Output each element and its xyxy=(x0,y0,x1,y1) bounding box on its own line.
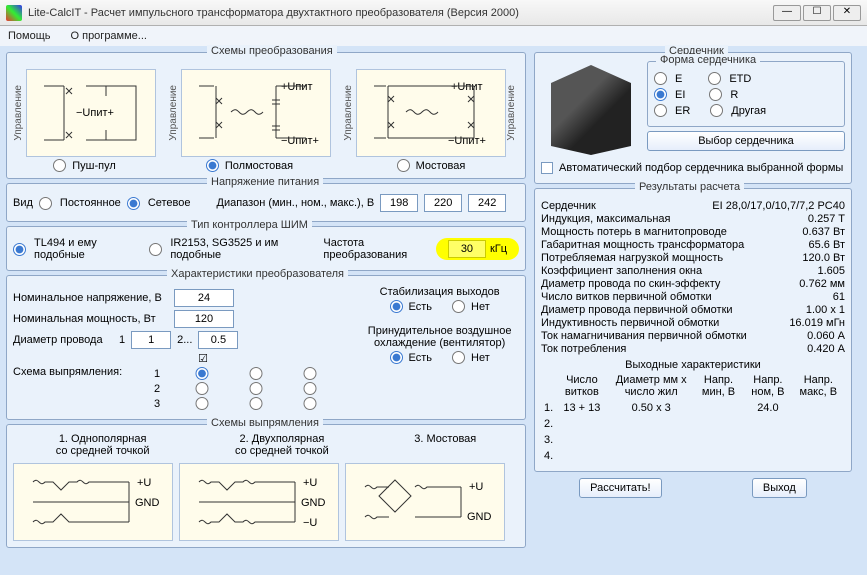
svg-text:GND: GND xyxy=(135,497,160,509)
menu-help[interactable]: Помощь xyxy=(8,30,51,42)
calculate-button[interactable]: Рассчитать! xyxy=(579,478,661,498)
vnom-out-input[interactable] xyxy=(174,289,234,307)
svg-text:+U: +U xyxy=(303,477,317,489)
radio-fan-no[interactable] xyxy=(452,351,465,364)
svg-text:+Uпит: +Uпит xyxy=(281,81,313,93)
scheme-halfbridge-diagram: +Uпит −Uпит+ xyxy=(181,69,331,157)
rect-1-1[interactable] xyxy=(180,367,224,380)
radio-core-er[interactable] xyxy=(654,104,667,117)
rect-1-2[interactable] xyxy=(234,367,278,380)
rect-2-2[interactable] xyxy=(234,382,278,395)
mgmt-label-4: Управление xyxy=(506,85,517,141)
close-button[interactable]: ✕ xyxy=(833,5,861,21)
freq-label: Частота преобразования xyxy=(323,237,430,261)
rect-diagram-2: +U GND −U xyxy=(179,463,339,541)
mgmt-label-2: Управление xyxy=(168,85,179,141)
svg-text:−Uпит+: −Uпит+ xyxy=(76,107,114,119)
svg-text:GND: GND xyxy=(467,511,492,523)
radio-pushpull[interactable] xyxy=(53,159,66,172)
vmin-input[interactable] xyxy=(380,194,418,212)
params-title: Характеристики преобразователя xyxy=(167,268,348,280)
core-image xyxy=(541,65,641,155)
exit-button[interactable]: Выход xyxy=(752,478,807,498)
rect-diagram-3: +U GND xyxy=(345,463,505,541)
results-title: Результаты расчета xyxy=(635,181,744,193)
rect-3-3[interactable] xyxy=(288,397,332,410)
radio-fan-yes[interactable] xyxy=(390,351,403,364)
supply-kind-label: Вид xyxy=(13,197,33,209)
auto-core-checkbox[interactable] xyxy=(541,162,553,174)
minimize-button[interactable]: — xyxy=(773,5,801,21)
pwm-title: Тип контроллера ШИМ xyxy=(187,219,312,231)
d1-input[interactable] xyxy=(131,331,171,349)
radio-core-ei[interactable] xyxy=(654,88,667,101)
rect-diagram-1: +U GND xyxy=(13,463,173,541)
supply-title: Напряжение питания xyxy=(207,176,323,188)
freq-highlight: кГц xyxy=(436,238,519,260)
chk-hdr: ☑ xyxy=(180,352,226,365)
rect-3-2[interactable] xyxy=(234,397,278,410)
radio-core-e[interactable] xyxy=(654,72,667,85)
svg-text:−Uпит+: −Uпит+ xyxy=(281,135,319,147)
radio-tl494[interactable] xyxy=(13,243,26,256)
choose-core-button[interactable]: Выбор сердечника xyxy=(647,131,845,151)
maximize-button[interactable]: ☐ xyxy=(803,5,831,21)
scheme-pushpull-diagram: −Uпит+ xyxy=(26,69,156,157)
rect-2-1[interactable] xyxy=(180,382,224,395)
radio-core-r[interactable] xyxy=(709,88,722,101)
radio-core-other[interactable] xyxy=(710,104,723,117)
scheme-bridge-diagram: +Uпит −Uпит+ xyxy=(356,69,506,157)
mgmt-label-1: Управление xyxy=(13,85,24,141)
mgmt-label-3: Управление xyxy=(343,85,354,141)
window-title: Lite-CalcIT - Расчет импульсного трансфо… xyxy=(28,7,773,19)
vmax-input[interactable] xyxy=(468,194,506,212)
rect-title: Схемы выпрямления xyxy=(207,417,323,429)
freq-input[interactable] xyxy=(448,240,486,258)
radio-mains[interactable] xyxy=(127,197,140,210)
radio-stab-no[interactable] xyxy=(452,300,465,313)
svg-text:−U: −U xyxy=(303,517,317,529)
menu-about[interactable]: О программе... xyxy=(71,30,147,42)
svg-text:−Uпит+: −Uпит+ xyxy=(448,135,486,147)
app-icon xyxy=(6,5,22,21)
svg-text:+Uпит: +Uпит xyxy=(451,81,483,93)
svg-text:+U: +U xyxy=(137,477,151,489)
radio-halfbridge[interactable] xyxy=(206,159,219,172)
radio-dc[interactable] xyxy=(39,197,52,210)
rect-3-1[interactable] xyxy=(180,397,224,410)
d2-input[interactable] xyxy=(198,331,238,349)
radio-core-etd[interactable] xyxy=(708,72,721,85)
svg-text:+U: +U xyxy=(469,481,483,493)
radio-bridge[interactable] xyxy=(397,159,410,172)
radio-stab-yes[interactable] xyxy=(390,300,403,313)
radio-ir2153[interactable] xyxy=(149,243,162,256)
conversion-schemes-title: Схемы преобразования xyxy=(207,45,337,57)
range-label: Диапазон (мин., ном., макс.), В xyxy=(217,197,375,209)
pnom-input[interactable] xyxy=(174,310,234,328)
vnom-input[interactable] xyxy=(424,194,462,212)
rect-1-3[interactable] xyxy=(288,367,332,380)
svg-text:GND: GND xyxy=(301,497,326,509)
rect-2-3[interactable] xyxy=(288,382,332,395)
